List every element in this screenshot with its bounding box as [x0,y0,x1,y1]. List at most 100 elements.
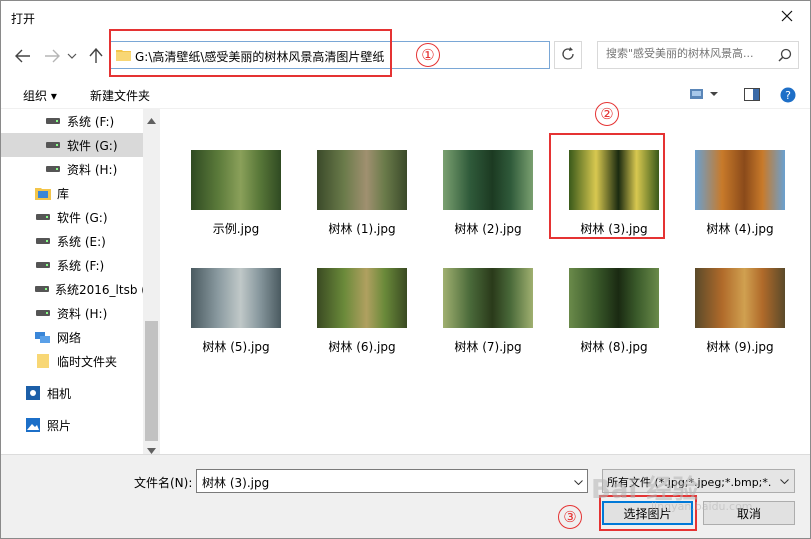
drive-icon [35,234,51,248]
filename-field[interactable]: 树林 (3).jpg [196,469,588,493]
file-item[interactable]: 树林 (1).jpg [307,115,417,240]
sidebar-item-label: 临时文件夹 [57,354,118,369]
organize-menu[interactable]: 组织 ▾ [23,87,57,104]
image-thumbnail [695,268,785,328]
help-icon[interactable]: ? [780,87,796,106]
sidebar-item-label: 软件 (G:) [67,138,118,153]
sidebar-item-drive-h-2[interactable]: 资料 (H:) [1,301,143,325]
photos-icon [25,418,41,432]
annotation-step-1: ① [416,43,440,67]
annotation-step-3: ③ [558,505,582,529]
address-bar[interactable]: G:\高清壁纸\感受美丽的树林风景高清图片壁纸 [109,41,550,69]
sidebar-scroll-thumb[interactable] [145,321,158,441]
sidebar-item-drive-f[interactable]: 系统 (F:) [1,109,143,133]
file-item[interactable]: 示例.jpg [181,115,291,240]
back-arrow-icon[interactable] [14,47,32,65]
drive-icon [35,306,51,320]
chevron-down-icon [780,474,811,487]
image-thumbnail [569,268,659,328]
refresh-button[interactable] [554,41,582,69]
sidebar-item-label: 照片 [47,418,72,433]
dialog-title: 打开 [11,12,36,26]
sidebar-scrollbar[interactable] [143,109,160,454]
sidebar-item-temp-folder[interactable]: 临时文件夹 [1,349,143,373]
drive-icon [35,282,49,296]
file-item[interactable]: 树林 (7).jpg [433,233,543,358]
sidebar-item-label: 资料 (H:) [67,162,118,177]
file-name: 树林 (7).jpg [454,340,522,354]
drive-icon [45,162,61,176]
file-item[interactable]: 树林 (8).jpg [559,233,669,358]
drive-icon [45,138,61,152]
filename-label: 文件名(N): [134,476,193,490]
navigation-pane: 系统 (F:) 软件 (G:) 资料 (H:) 库 软件 (G:) 系统 (E:… [1,109,161,454]
sidebar-item-label: 系统 (F:) [57,258,105,273]
file-item[interactable]: 树林 (6).jpg [307,233,417,358]
filetype-dropdown[interactable] [776,470,794,492]
svg-text:?: ? [785,89,791,102]
search-input[interactable] [606,47,774,60]
image-thumbnail [317,268,407,328]
command-toolbar: 组织 ▾ 新建文件夹 ? [1,81,810,109]
image-thumbnail [569,150,659,210]
drive-icon [45,114,61,128]
chevron-down-icon [574,474,583,488]
file-name: 树林 (5).jpg [202,340,270,354]
image-thumbnail [191,150,281,210]
sidebar-item-network[interactable]: 网络 [1,325,143,349]
open-file-dialog: 打开 相册 G:\高清壁纸\感受美丽的树林风景高清图片壁纸 [0,0,811,539]
search-icon[interactable] [778,48,792,65]
watermark-sub: jingyan.baidu.com [651,500,753,513]
sidebar-item-drive-f-2[interactable]: 系统 (F:) [1,253,143,277]
folder-icon [116,48,131,64]
file-item[interactable]: 树林 (5).jpg [181,233,291,358]
sidebar-item-label: 库 [57,186,70,201]
view-options-icon[interactable] [690,88,718,103]
file-name: 树林 (9).jpg [706,340,774,354]
library-icon [35,186,51,200]
network-icon [35,330,51,344]
file-list: 示例.jpg 树林 (1).jpg 树林 (2).jpg 树林 (3).jpg 树林 (… [161,109,810,454]
file-item[interactable]: 树林 (3).jpg [559,115,669,240]
sidebar-item-drive-g-2[interactable]: 软件 (G:) [1,205,143,229]
image-thumbnail [443,268,533,328]
watermark: Bai 经验 jingyan.baidu.com [591,469,753,513]
file-item[interactable]: 树林 (2).jpg [433,115,543,240]
sidebar-item-label: 资料 (H:) [57,306,108,321]
file-item[interactable]: 树林 (9).jpg [685,233,795,358]
up-arrow-icon[interactable] [87,47,105,65]
preview-pane-icon[interactable] [744,88,760,104]
sidebar-item-drive-e[interactable]: 系统 (E:) [1,229,143,253]
file-name: 树林 (6).jpg [328,340,396,354]
scroll-up-icon[interactable] [147,113,156,127]
image-thumbnail [317,150,407,210]
close-icon [781,10,793,25]
forward-arrow-icon[interactable] [43,47,61,65]
file-name: 树林 (8).jpg [580,340,648,354]
sidebar-item-drive-ltsb[interactable]: 系统2016_ltsb ( [1,277,146,301]
filename-dropdown[interactable] [569,470,587,492]
sidebar-item-label: 网络 [57,330,82,345]
close-button[interactable] [764,1,810,33]
drive-icon [35,210,51,224]
new-folder-button[interactable]: 新建文件夹 [90,87,150,104]
folder-icon [35,354,51,368]
sidebar-item-photos[interactable]: 照片 [1,413,143,437]
sidebar-item-camera[interactable]: 相机 [1,381,143,405]
sidebar-item-drive-g[interactable]: 软件 (G:) [1,133,143,157]
image-thumbnail [443,150,533,210]
sidebar-item-label: 系统2016_ltsb ( [55,282,146,297]
annotation-step-2: ② [595,102,619,126]
refresh-icon [561,46,575,64]
search-box[interactable] [597,41,799,69]
drive-icon [35,258,51,272]
chevron-down-icon[interactable] [66,47,78,65]
sidebar-item-drive-h[interactable]: 资料 (H:) [1,157,143,181]
sidebar-item-label: 相机 [47,386,72,401]
image-thumbnail [695,150,785,210]
filename-value: 树林 (3).jpg [202,476,270,490]
file-item[interactable]: 树林 (4).jpg [685,115,795,240]
image-thumbnail [191,268,281,328]
sidebar-item-label: 系统 (F:) [67,114,115,129]
sidebar-item-library[interactable]: 库 [1,181,143,205]
